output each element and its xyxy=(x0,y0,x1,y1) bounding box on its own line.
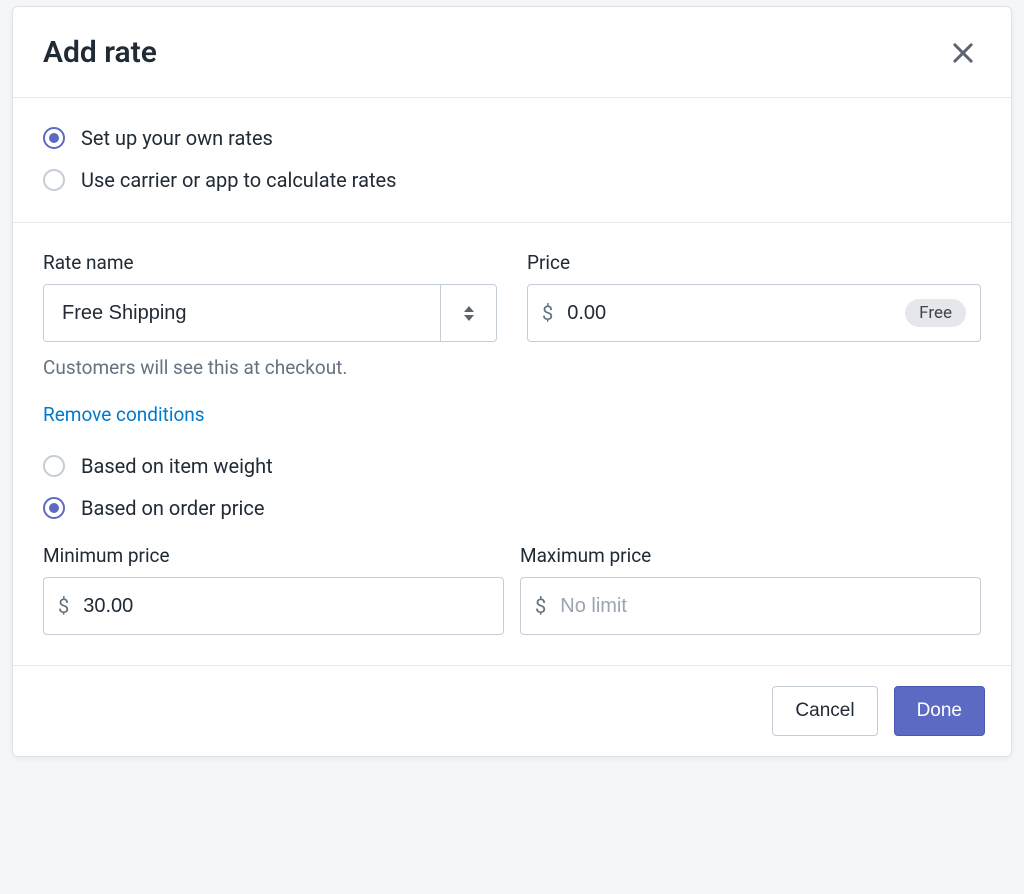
min-price-label: Minimum price xyxy=(43,544,504,567)
rate-name-input[interactable] xyxy=(44,285,440,341)
radio-label: Use carrier or app to calculate rates xyxy=(81,168,396,192)
radio-indicator xyxy=(43,127,65,149)
radio-indicator xyxy=(43,169,65,191)
price-field: Price $ Free xyxy=(527,251,981,342)
radio-based-on-price[interactable]: Based on order price xyxy=(43,496,981,520)
condition-basis-group: Based on item weight Based on order pric… xyxy=(43,454,981,520)
radio-carrier-rates[interactable]: Use carrier or app to calculate rates xyxy=(43,168,981,192)
radio-label: Set up your own rates xyxy=(81,126,273,150)
currency-symbol: $ xyxy=(58,594,69,618)
radio-based-on-weight[interactable]: Based on item weight xyxy=(43,454,981,478)
min-price-field: Minimum price $ xyxy=(43,544,504,635)
radio-label: Based on item weight xyxy=(81,454,273,478)
max-price-label: Maximum price xyxy=(520,544,981,567)
min-price-wrap[interactable]: $ xyxy=(43,577,504,635)
price-label: Price xyxy=(527,251,981,274)
modal-title: Add rate xyxy=(43,35,157,70)
radio-indicator xyxy=(43,455,65,477)
cancel-button[interactable]: Cancel xyxy=(772,686,877,736)
min-max-row: Minimum price $ Maximum price $ xyxy=(43,544,981,635)
max-price-field: Maximum price $ xyxy=(520,544,981,635)
remove-conditions-link[interactable]: Remove conditions xyxy=(43,403,205,426)
radio-indicator xyxy=(43,497,65,519)
min-price-input[interactable] xyxy=(81,594,489,619)
rate-details-section: Rate name Customers will see this at che… xyxy=(13,223,1011,666)
rate-name-label: Rate name xyxy=(43,251,497,274)
close-icon xyxy=(949,39,977,67)
add-rate-modal: Add rate Set up your own rates Use carri… xyxy=(12,6,1012,757)
rate-type-section: Set up your own rates Use carrier or app… xyxy=(13,98,1011,223)
max-price-input[interactable] xyxy=(558,594,966,619)
modal-footer: Cancel Done xyxy=(13,666,1011,756)
currency-symbol: $ xyxy=(542,301,553,325)
radio-own-rates[interactable]: Set up your own rates xyxy=(43,126,981,150)
rate-name-select[interactable] xyxy=(43,284,497,342)
done-button[interactable]: Done xyxy=(894,686,985,736)
rate-name-price-row: Rate name Customers will see this at che… xyxy=(43,251,981,379)
currency-symbol: $ xyxy=(535,594,546,618)
rate-name-field: Rate name Customers will see this at che… xyxy=(43,251,497,379)
chevron-up-icon xyxy=(464,306,474,312)
free-badge: Free xyxy=(905,299,966,327)
radio-label: Based on order price xyxy=(81,496,265,520)
max-price-wrap[interactable]: $ xyxy=(520,577,981,635)
rate-name-help: Customers will see this at checkout. xyxy=(43,356,497,379)
modal-header: Add rate xyxy=(13,7,1011,98)
rate-name-stepper[interactable] xyxy=(440,285,496,341)
chevron-down-icon xyxy=(464,315,474,321)
price-input[interactable] xyxy=(565,301,893,326)
close-button[interactable] xyxy=(945,35,981,71)
price-input-wrap[interactable]: $ Free xyxy=(527,284,981,342)
